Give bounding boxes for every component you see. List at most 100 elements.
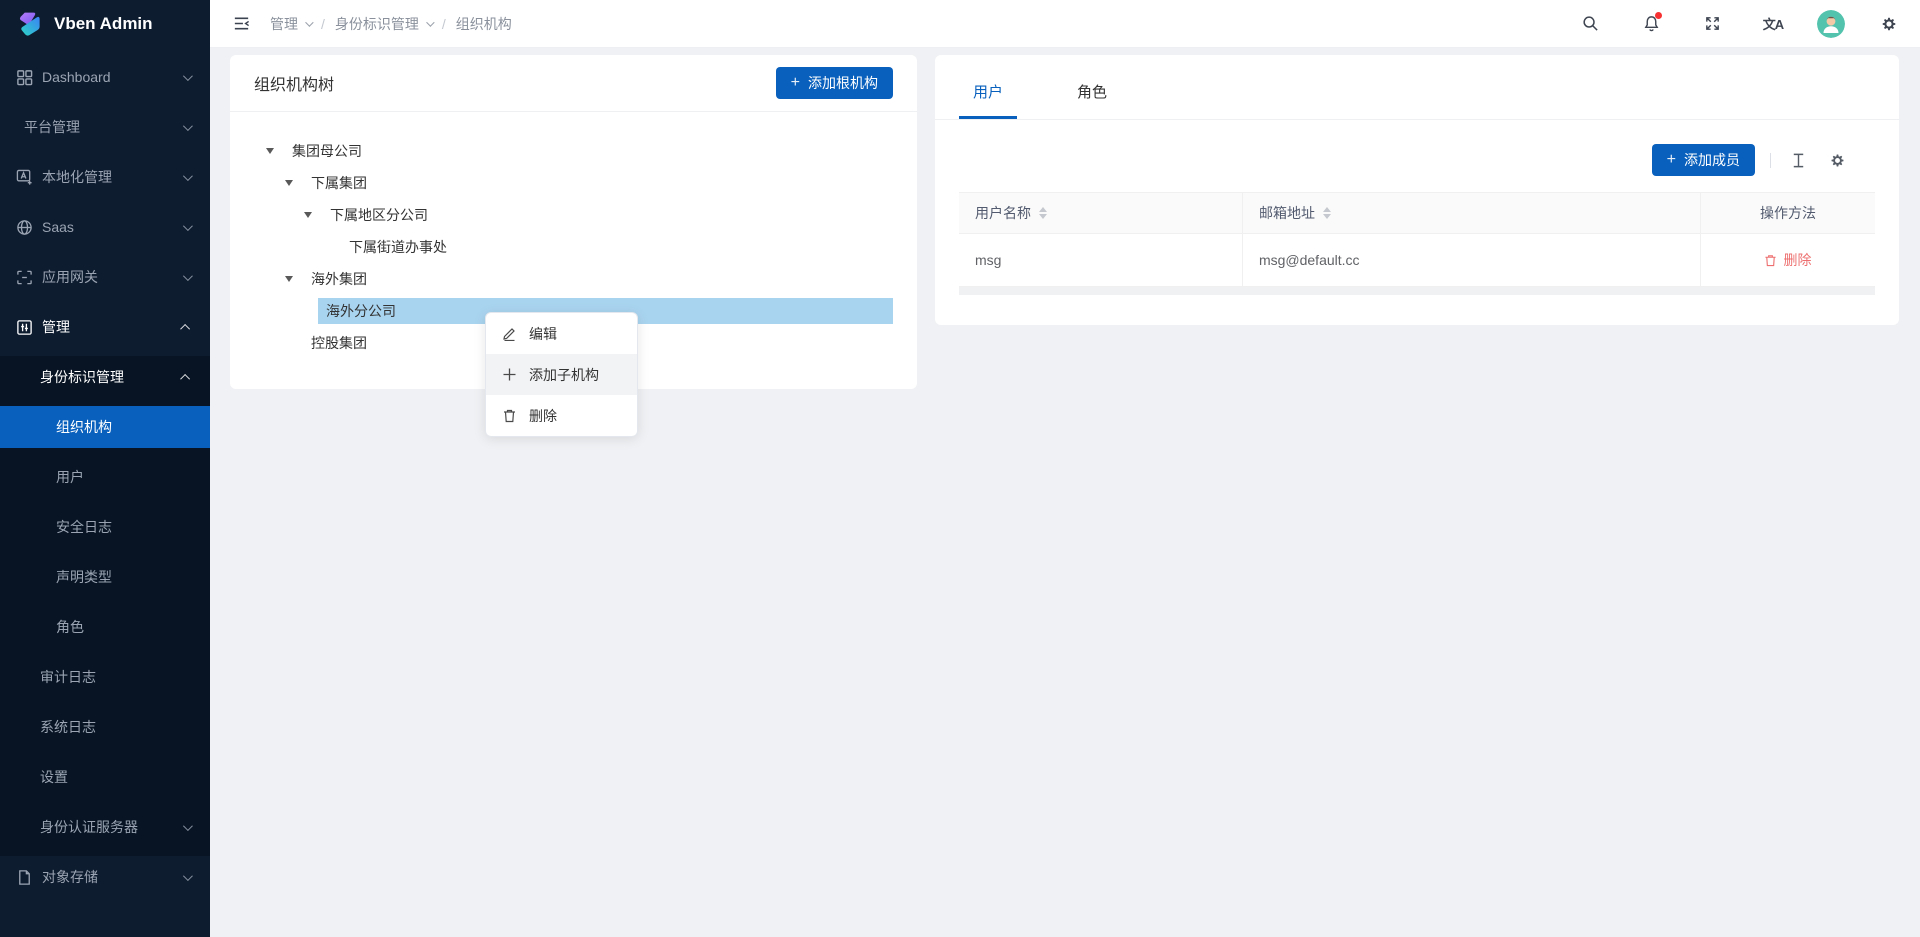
tree-node[interactable]: 集团母公司 (254, 138, 893, 164)
tree-expand-icon[interactable] (285, 180, 307, 186)
sidebar-item-object-storage[interactable]: 对象存储 (0, 856, 210, 898)
chevron-down-icon (426, 18, 434, 26)
tree-expand-icon[interactable] (285, 276, 307, 282)
notification-badge (1655, 12, 1662, 19)
card-title: 组织机构树 (254, 71, 334, 95)
sidebar-item-audit-logs[interactable]: 审计日志 (0, 656, 210, 698)
cell-username: msg (959, 234, 1243, 286)
settings-gear-icon[interactable] (1872, 7, 1906, 41)
column-settings-gear-icon[interactable] (1825, 148, 1849, 172)
tree-context-menu: 编辑 添加子机构 删除 (485, 312, 638, 437)
vben-logo-icon (16, 10, 44, 38)
sidebar-item-label: 设置 (40, 767, 68, 787)
tree-node-label: 海外集团 (307, 269, 371, 289)
chevron-down-icon (183, 121, 193, 131)
sidebar-item-identity-management[interactable]: 身份标识管理 (0, 356, 210, 398)
translate-icon[interactable]: 文A (1756, 7, 1790, 41)
tree-node[interactable]: 下属集团 (254, 170, 893, 196)
content-area: 组织机构树 + 添加根机构 集团母公司 下属集团 下属地区分公司 下属街道办事处 (210, 48, 1920, 937)
sidebar-item-identity-server[interactable]: 身份认证服务器 (0, 806, 210, 848)
tree-node-label: 下属地区分公司 (326, 205, 432, 225)
app-logo[interactable]: Vben Admin (0, 0, 210, 48)
sort-icon (1323, 207, 1331, 219)
cell-actions: 删除 (1701, 234, 1875, 286)
sidebar-item-claim-types[interactable]: 声明类型 (0, 556, 210, 598)
gateway-icon (16, 269, 33, 286)
row-height-icon[interactable] (1786, 148, 1810, 172)
tab-roles[interactable]: 角色 (1063, 81, 1121, 119)
tree-node[interactable]: 海外集团 (254, 266, 893, 292)
tab-users[interactable]: 用户 (959, 81, 1017, 119)
breadcrumb-separator: / (321, 16, 325, 32)
breadcrumb-item-current: 组织机构 (456, 14, 512, 34)
management-submenu: 身份标识管理 组织机构 用户 安全日志 声明类型 角色 审计日志 系统日志 (0, 356, 210, 856)
chevron-down-icon (183, 821, 193, 831)
tree-node[interactable]: 下属街道办事处 (254, 234, 893, 260)
context-menu-item-delete[interactable]: 删除 (486, 395, 637, 436)
chevron-down-icon (183, 221, 193, 231)
column-header-actions: 操作方法 (1701, 193, 1875, 233)
bell-icon[interactable] (1634, 7, 1668, 41)
sidebar-item-security-logs[interactable]: 安全日志 (0, 506, 210, 548)
sidebar-item-roles[interactable]: 角色 (0, 606, 210, 648)
tab-label: 角色 (1077, 84, 1107, 101)
chevron-down-icon (183, 171, 193, 181)
breadcrumb-item[interactable]: 管理 (270, 14, 311, 34)
localization-icon (16, 169, 33, 186)
tree-node-label: 控股集团 (307, 333, 371, 353)
add-member-button[interactable]: + 添加成员 (1652, 144, 1755, 176)
email-value: msg@default.cc (1259, 252, 1360, 268)
tab-label: 用户 (973, 84, 1003, 101)
fullscreen-icon[interactable] (1695, 7, 1729, 41)
sidebar-item-label: 组织机构 (56, 417, 112, 437)
plus-icon: + (791, 75, 800, 91)
chevron-down-icon (183, 271, 193, 281)
avatar[interactable] (1817, 10, 1845, 38)
breadcrumb-label: 组织机构 (456, 14, 512, 34)
management-icon (16, 319, 33, 336)
sidebar-item-management[interactable]: 管理 (0, 306, 210, 348)
menu-fold-icon[interactable] (226, 9, 256, 39)
sidebar-item-system-logs[interactable]: 系统日志 (0, 706, 210, 748)
context-menu-item-add-child[interactable]: 添加子机构 (486, 354, 637, 395)
context-menu-label: 编辑 (529, 324, 557, 344)
sidebar-item-settings[interactable]: 设置 (0, 756, 210, 798)
sidebar-item-users[interactable]: 用户 (0, 456, 210, 498)
tree-node-label: 集团母公司 (288, 141, 366, 161)
breadcrumb-item[interactable]: 身份标识管理 (335, 14, 432, 34)
tree-expand-icon[interactable] (266, 148, 288, 154)
context-menu-item-edit[interactable]: 编辑 (486, 313, 637, 354)
org-tree-card-header: 组织机构树 + 添加根机构 (230, 55, 917, 112)
chevron-down-icon (183, 71, 193, 81)
column-label: 邮箱地址 (1259, 203, 1315, 223)
sidebar-item-organization[interactable]: 组织机构 (0, 406, 210, 448)
sidebar-item-label: 应用网关 (42, 267, 98, 287)
tree-node[interactable]: 下属地区分公司 (254, 202, 893, 228)
delete-member-button[interactable]: 删除 (1764, 250, 1811, 270)
sidebar-item-dashboard[interactable]: Dashboard (0, 56, 210, 98)
chevron-down-icon (305, 18, 313, 26)
sidebar-item-saas[interactable]: Saas (0, 206, 210, 248)
column-header-username[interactable]: 用户名称 (959, 193, 1243, 233)
chevron-up-icon (180, 373, 190, 383)
context-menu-label: 删除 (529, 406, 557, 426)
sidebar-item-label: 角色 (56, 617, 84, 637)
sidebar-item-label: Dashboard (42, 69, 111, 85)
trash-icon (1764, 254, 1777, 267)
sidebar-item-label: 身份标识管理 (40, 367, 124, 387)
sidebar-item-platform-management[interactable]: 平台管理 (0, 106, 210, 148)
members-table: 用户名称 邮箱地址 操作方法 msg msg@default.cc (959, 192, 1875, 287)
search-icon[interactable] (1573, 7, 1607, 41)
sidebar-item-label: 安全日志 (56, 517, 112, 537)
sidebar: Vben Admin Dashboard 平台管理 (0, 0, 210, 937)
tree-expand-icon[interactable] (304, 212, 326, 218)
table-header-row: 用户名称 邮箱地址 操作方法 (959, 193, 1875, 234)
sidebar-item-label: 审计日志 (40, 667, 96, 687)
breadcrumb-label: 管理 (270, 14, 298, 34)
username-value: msg (975, 252, 1001, 268)
column-header-email[interactable]: 邮箱地址 (1243, 193, 1701, 233)
tree-node-label: 下属街道办事处 (345, 237, 451, 257)
add-root-org-button[interactable]: + 添加根机构 (776, 67, 893, 99)
sidebar-item-app-gateway[interactable]: 应用网关 (0, 256, 210, 298)
sidebar-item-localization[interactable]: 本地化管理 (0, 156, 210, 198)
